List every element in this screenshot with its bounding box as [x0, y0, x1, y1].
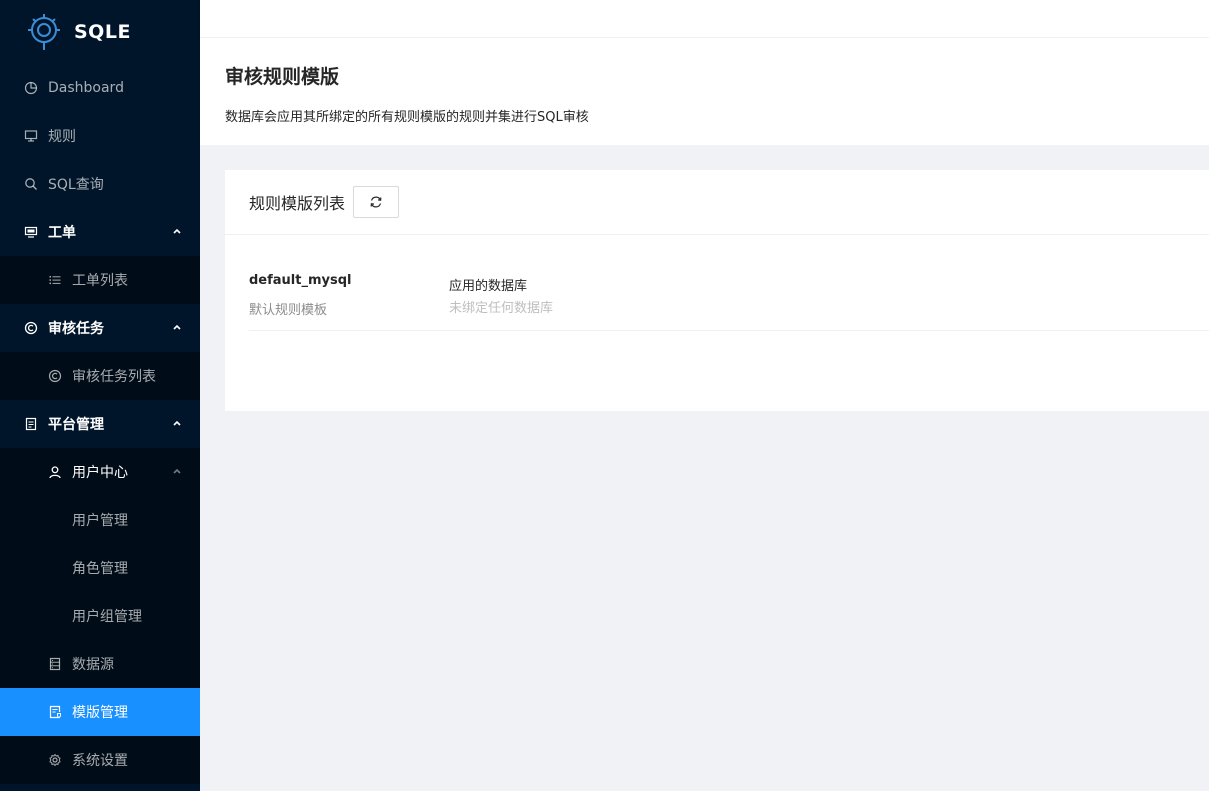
refresh-button[interactable]: [353, 186, 400, 218]
sidebar-item-rules[interactable]: 规则: [0, 112, 200, 160]
sidebar-item-label: 角色管理: [72, 561, 128, 577]
reload-icon: [370, 196, 382, 208]
page-description: 数据库会应用其所绑定的所有规则模版的规则并集进行SQL审核: [225, 110, 589, 125]
template-list-card: 规则模版列表 default_mysql 默认规则模板 应用的数据库 未绑定任何…: [225, 170, 1209, 411]
sidebar-item-label: 工单: [48, 225, 76, 241]
sidebar-item-user-group-management[interactable]: 用户组管理: [0, 592, 200, 640]
sidebar-item-label: 模版管理: [72, 705, 128, 721]
sidebar: SQLE Dashboard 规则 SQL查询 工单 工单列表 审核任务 审核任…: [0, 0, 200, 791]
applied-db-value: 未绑定任何数据库: [449, 301, 554, 316]
desktop-icon: [24, 129, 38, 143]
sidebar-item-label: 工单列表: [72, 273, 128, 289]
card-header: 规则模版列表: [225, 170, 1209, 235]
sidebar-item-label: 用户中心: [72, 465, 128, 481]
unordered-list-icon: [48, 273, 62, 287]
main-content: 审核规则模版 数据库会应用其所绑定的所有规则模版的规则并集进行SQL审核 规则模…: [200, 0, 1209, 791]
sidebar-item-label: SQL查询: [48, 177, 104, 193]
sidebar-item-role-management[interactable]: 角色管理: [0, 544, 200, 592]
logo[interactable]: SQLE: [0, 0, 200, 64]
sidebar-item-label: 规则: [48, 129, 76, 145]
sidebar-item-order-list[interactable]: 工单列表: [0, 256, 200, 304]
chevron-up-icon: [172, 226, 182, 236]
setting-icon: [48, 753, 62, 767]
copyright-icon: [48, 369, 62, 383]
sidebar-group-user-center[interactable]: 用户中心: [0, 448, 200, 496]
sidebar-item-label: 系统设置: [72, 753, 128, 769]
chevron-up-icon: [172, 466, 182, 476]
template-description: 默认规则模板: [249, 303, 328, 318]
chevron-up-icon: [172, 418, 182, 428]
template-name-link[interactable]: default_mysql: [249, 273, 352, 288]
sidebar-item-label: 用户组管理: [72, 609, 142, 625]
card-title: 规则模版列表: [249, 194, 346, 213]
brand-name: SQLE: [74, 21, 131, 43]
search-icon: [24, 177, 38, 191]
sidebar-item-label: Dashboard: [48, 80, 124, 96]
user-icon: [48, 465, 62, 479]
sidebar-group-orders[interactable]: 工单: [0, 208, 200, 256]
sidebar-item-user-management[interactable]: 用户管理: [0, 496, 200, 544]
applied-db-label: 应用的数据库: [449, 279, 528, 294]
sidebar-item-label: 审核任务列表: [72, 369, 156, 385]
copyright-icon: [24, 321, 38, 335]
sidebar-item-label: 数据源: [72, 657, 114, 673]
top-bar: [200, 0, 1209, 38]
file-icon: [24, 417, 38, 431]
pie-chart-icon: [24, 81, 38, 95]
chevron-up-icon: [172, 322, 182, 332]
sidebar-group-platform-management[interactable]: 平台管理: [0, 400, 200, 448]
page-header: 审核规则模版 数据库会应用其所绑定的所有规则模版的规则并集进行SQL审核: [200, 38, 1209, 145]
sidebar-item-label: 用户管理: [72, 513, 128, 529]
page-title: 审核规则模版: [225, 66, 340, 88]
sidebar-item-audit-task-list[interactable]: 审核任务列表: [0, 352, 200, 400]
sidebar-item-system-settings[interactable]: 系统设置: [0, 736, 200, 784]
sidebar-item-label: 平台管理: [48, 417, 104, 433]
console-icon: [24, 225, 38, 239]
sidebar-item-sql-query[interactable]: SQL查询: [0, 160, 200, 208]
list-item: default_mysql 默认规则模板 应用的数据库 未绑定任何数据库: [249, 265, 1209, 331]
sidebar-item-label: 审核任务: [48, 321, 104, 337]
sqle-logo-icon: [28, 14, 60, 50]
file-protect-icon: [48, 705, 62, 719]
sidebar-item-dashboard[interactable]: Dashboard: [0, 64, 200, 112]
database-icon: [48, 657, 62, 671]
sidebar-group-audit-tasks[interactable]: 审核任务: [0, 304, 200, 352]
sidebar-item-data-source[interactable]: 数据源: [0, 640, 200, 688]
sidebar-item-template-management[interactable]: 模版管理: [0, 688, 200, 736]
